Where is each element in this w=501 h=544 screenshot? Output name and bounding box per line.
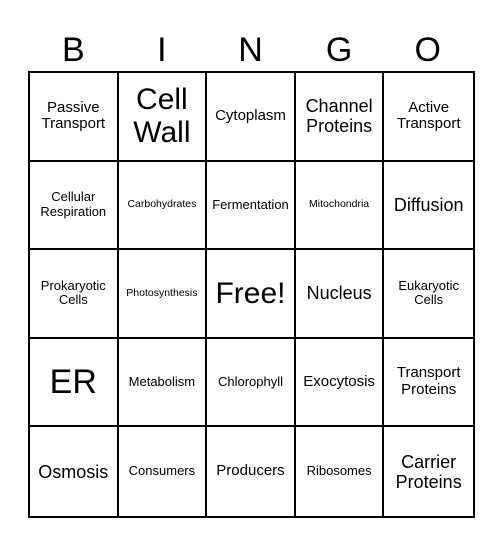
bingo-cell-label: Fermentation <box>212 196 289 212</box>
bingo-cell-label: Ribosomes <box>306 463 372 479</box>
bingo-cell-label: Diffusion <box>393 194 464 215</box>
bingo-cell-b1[interactable]: Passive Transport <box>30 73 119 162</box>
bingo-cell-b3[interactable]: Prokaryotic Cells <box>30 250 119 339</box>
bingo-cell-n4[interactable]: Chlorophyll <box>207 338 296 428</box>
bingo-cell-label: Eukaryotic Cells <box>398 277 460 308</box>
bingo-cell-label: Transport Proteins <box>396 364 461 399</box>
bingo-cell-n1[interactable]: Cytoplasm <box>207 73 296 162</box>
bingo-cell-label: Nucleus <box>306 283 372 304</box>
bingo-header: B I N G O <box>29 28 472 72</box>
header-letter-g: G <box>325 31 353 69</box>
bingo-cell-label: Prokaryotic Cells <box>40 277 106 308</box>
bingo-cell-label: Cellular Respiration <box>40 189 107 219</box>
bingo-cell-g4[interactable]: Exocytosis <box>295 338 385 428</box>
bingo-cell-b4[interactable]: ER <box>30 338 119 428</box>
bingo-cell-b2[interactable]: Cellular Respiration <box>30 161 119 251</box>
header-letter-b: B <box>61 31 85 69</box>
header-letter-i: I <box>157 31 167 69</box>
bingo-cell-g1[interactable]: Channel Proteins <box>295 73 385 162</box>
bingo-cell-label: Consumers <box>128 463 196 479</box>
bingo-cell-i2[interactable]: Carbohydrates <box>118 161 208 251</box>
bingo-cell-label: Chlorophyll <box>217 373 284 389</box>
bingo-cell-label: Metabolism <box>128 373 196 389</box>
bingo-cell-label: Passive Transport <box>41 98 106 133</box>
bingo-cell-b5[interactable]: Osmosis <box>30 427 119 516</box>
bingo-cell-n2[interactable]: Fermentation <box>207 161 296 251</box>
bingo-cell-g3[interactable]: Nucleus <box>295 250 385 339</box>
bingo-cell-i4[interactable]: Metabolism <box>118 338 208 428</box>
bingo-cell-label: Carrier Proteins <box>395 451 462 492</box>
bingo-cell-o1[interactable]: Active Transport <box>384 73 473 162</box>
bingo-cell-label: Exocytosis <box>303 372 375 390</box>
bingo-cell-label: Channel Proteins <box>305 96 373 137</box>
bingo-cell-o5[interactable]: Carrier Proteins <box>384 427 473 516</box>
bingo-card-grid: Passive Transport Cell Wall Cytoplasm Channe… <box>28 71 475 518</box>
bingo-cell-label: Active Transport <box>396 98 461 133</box>
bingo-cell-label: Producers <box>216 462 285 480</box>
header-letter-o: O <box>414 31 441 69</box>
bingo-cell-o4[interactable]: Transport Proteins <box>384 339 473 428</box>
bingo-cell-label: Free! <box>215 276 286 310</box>
bingo-cell-label: Photosynthesis <box>126 286 198 299</box>
bingo-cell-i1[interactable]: Cell Wall <box>118 73 208 162</box>
bingo-cell-i5[interactable]: Consumers <box>119 427 208 516</box>
bingo-cell-label: Mitochondria <box>309 198 370 211</box>
bingo-cell-free[interactable]: Free! <box>207 250 296 339</box>
bingo-cell-g5[interactable]: Ribosomes <box>296 427 385 516</box>
header-letter-n: N <box>238 31 263 69</box>
bingo-cell-o2[interactable]: Diffusion <box>384 162 473 251</box>
bingo-cell-g2[interactable]: Mitochondria <box>295 161 385 251</box>
bingo-cell-label: Cell Wall <box>133 83 191 150</box>
bingo-cell-o3[interactable]: Eukaryotic Cells <box>384 250 473 339</box>
bingo-cell-label: Carbohydrates <box>127 198 197 211</box>
bingo-cell-n5[interactable]: Producers <box>207 427 296 516</box>
bingo-cell-label: Osmosis <box>38 461 109 482</box>
bingo-cell-label: Cytoplasm <box>215 106 286 124</box>
bingo-cell-label: ER <box>49 363 97 402</box>
bingo-cell-i3[interactable]: Photosynthesis <box>118 250 208 339</box>
